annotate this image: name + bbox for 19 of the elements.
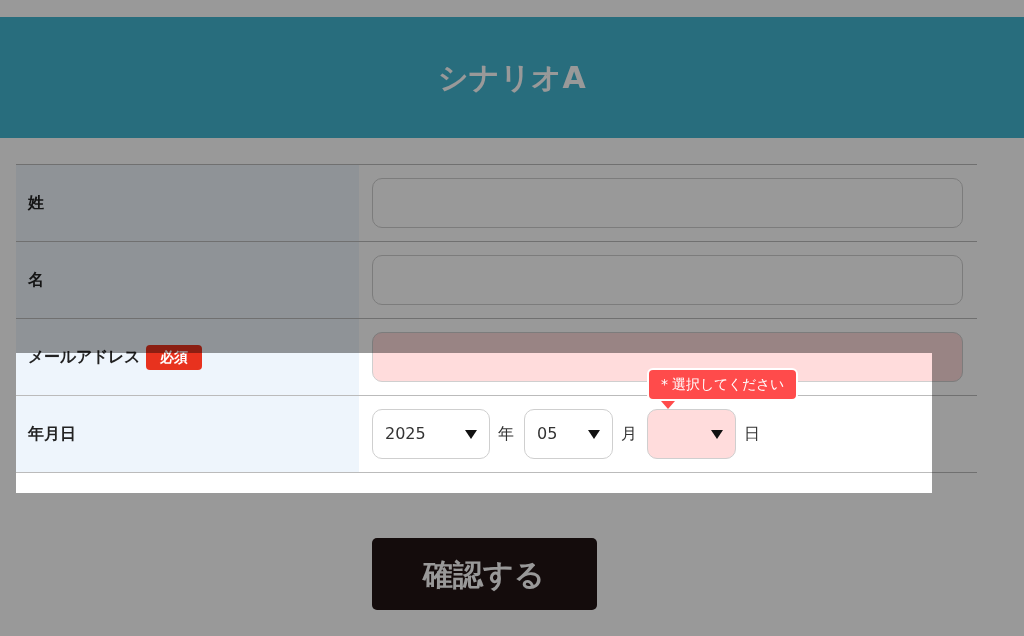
unit-label: 年 <box>498 423 514 445</box>
field-label: 名 <box>28 269 44 291</box>
required-badge: 必須 <box>146 344 202 370</box>
unit-label: 月 <box>621 423 637 445</box>
validation-tooltip: * 選択してください <box>647 368 799 409</box>
dropdown-caret-icon <box>711 429 723 439</box>
text-input-field[interactable] <box>372 178 963 228</box>
field-label: 年月日 <box>28 423 76 445</box>
select-field[interactable] <box>647 409 736 459</box>
select-field[interactable]: 05 <box>524 409 613 459</box>
field-label: メールアドレス <box>28 346 140 368</box>
confirm-button[interactable]: 確認する <box>371 538 597 610</box>
page-title: シナリオA <box>438 59 586 97</box>
text-input-field[interactable] <box>372 255 963 305</box>
unit-label: 日 <box>744 423 760 445</box>
dropdown-caret-icon <box>465 429 477 439</box>
field-label: 姓 <box>28 192 44 214</box>
dropdown-caret-icon <box>588 429 600 439</box>
select-field[interactable]: 2025 <box>372 409 490 459</box>
